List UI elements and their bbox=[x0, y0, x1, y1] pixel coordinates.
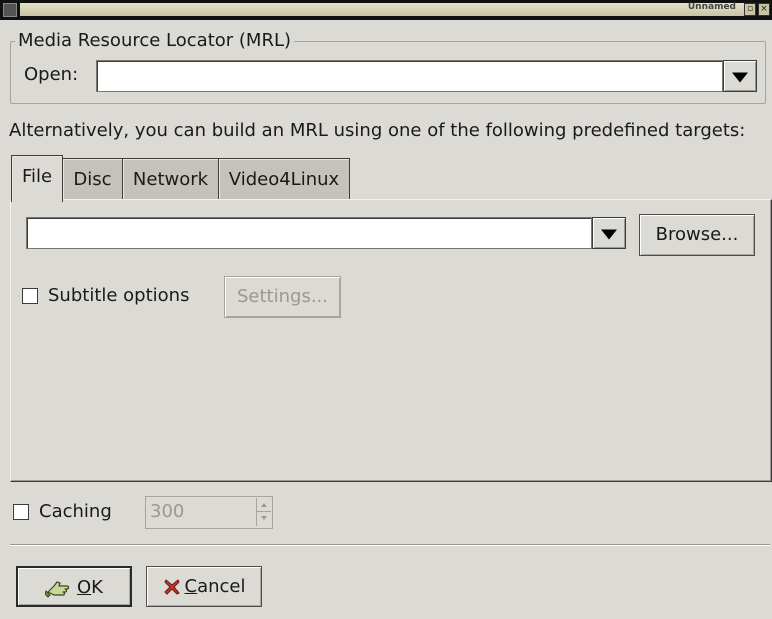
tab-network[interactable]: Network bbox=[122, 158, 219, 200]
open-label: Open: bbox=[24, 64, 79, 85]
caching-checkbox[interactable] bbox=[13, 504, 29, 520]
spin-down-icon bbox=[261, 516, 267, 520]
ok-button[interactable]: OK bbox=[16, 566, 132, 607]
caching-label: Caching bbox=[39, 501, 112, 522]
dialog-separator bbox=[10, 544, 770, 546]
spin-up-button[interactable] bbox=[256, 498, 271, 512]
tab-file[interactable]: File bbox=[11, 155, 63, 202]
subtitle-settings-label: Settings... bbox=[237, 286, 328, 307]
ok-mnemonic: O bbox=[77, 577, 92, 598]
tab-network-label: Network bbox=[132, 169, 209, 190]
window-titlebar[interactable]: Unnamed ▫ × bbox=[0, 0, 772, 20]
subtitle-options-label: Subtitle options bbox=[48, 285, 190, 306]
file-path-input[interactable] bbox=[26, 217, 592, 249]
close-icon[interactable]: × bbox=[758, 3, 770, 16]
file-path-dropdown-button[interactable] bbox=[592, 217, 626, 249]
subtitle-settings-button[interactable]: Settings... bbox=[224, 276, 341, 318]
ok-label-rest: K bbox=[91, 577, 103, 598]
titlebar-band bbox=[20, 3, 746, 16]
mrl-input[interactable] bbox=[96, 60, 723, 92]
tab-video4linux[interactable]: Video4Linux bbox=[218, 158, 350, 200]
ok-hand-icon bbox=[45, 581, 70, 598]
tab-disc[interactable]: Disc bbox=[62, 158, 123, 200]
cancel-label-rest: ancel bbox=[197, 576, 246, 597]
chevron-down-icon bbox=[601, 229, 617, 240]
window-menu-icon[interactable] bbox=[3, 3, 17, 17]
cancel-button[interactable]: Cancel bbox=[146, 566, 262, 607]
subtitle-options-checkbox[interactable] bbox=[22, 288, 38, 304]
spin-up-icon bbox=[261, 503, 267, 507]
alt-description: Alternatively, you can build an MRL usin… bbox=[9, 120, 746, 141]
tab-disc-label: Disc bbox=[73, 169, 112, 190]
cancel-x-icon bbox=[163, 579, 180, 595]
tab-video4linux-label: Video4Linux bbox=[228, 169, 340, 190]
browse-button-label: Browse... bbox=[655, 224, 739, 245]
caching-value: 300 bbox=[150, 501, 185, 522]
maximize-icon[interactable]: ▫ bbox=[744, 3, 756, 16]
mrl-dropdown-button[interactable] bbox=[723, 60, 757, 92]
caching-spinbutton[interactable]: 300 bbox=[145, 496, 273, 529]
tab-file-label: File bbox=[21, 166, 53, 187]
browse-button[interactable]: Browse... bbox=[639, 214, 755, 256]
mrl-frame-legend: Media Resource Locator (MRL) bbox=[15, 30, 295, 52]
cancel-mnemonic: C bbox=[184, 576, 198, 597]
chevron-down-icon bbox=[732, 72, 748, 83]
spin-down-button[interactable] bbox=[256, 512, 271, 526]
window-title: Unnamed bbox=[687, 2, 736, 12]
